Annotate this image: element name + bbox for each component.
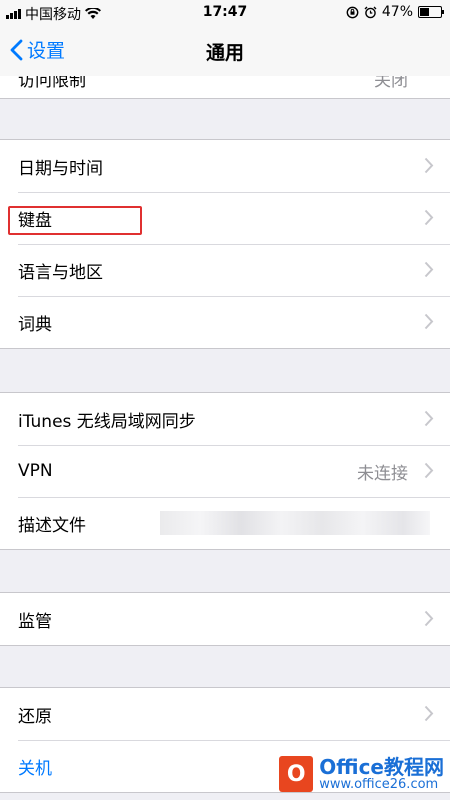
row-label: 监管 <box>18 611 52 632</box>
row-label: VPN <box>18 461 53 481</box>
status-right: 47% <box>346 4 444 20</box>
row-label: 还原 <box>18 706 52 727</box>
row-date-time[interactable]: 日期与时间 <box>0 140 450 192</box>
row-label: 描述文件 <box>18 515 86 536</box>
chevron-right-icon <box>424 261 434 278</box>
row-dictionary[interactable]: 词典 <box>0 296 450 348</box>
row-vpn[interactable]: VPN 未连接 <box>0 445 450 497</box>
watermark-title: Office教程网 <box>319 754 444 779</box>
chevron-right-icon <box>424 610 434 627</box>
restrictions-row-partial[interactable]: 访问限制 关闭 <box>0 76 450 99</box>
settings-group-2: iTunes 无线局域网同步 VPN 未连接 描述文件 <box>0 392 450 550</box>
restrictions-value: 关闭 <box>374 76 408 91</box>
restrictions-label: 访问限制 <box>18 76 86 91</box>
row-label: 键盘 <box>18 210 52 231</box>
page-title: 通用 <box>205 42 244 64</box>
chevron-right-icon <box>424 462 434 479</box>
settings-group-3: 监管 <box>0 592 450 646</box>
battery-icon <box>418 6 444 18</box>
row-profiles[interactable]: 描述文件 <box>0 497 450 549</box>
vpn-status: 未连接 <box>357 463 408 484</box>
watermark: O Office教程网 www.office26.com <box>279 756 444 792</box>
chevron-right-icon <box>424 410 434 427</box>
row-itunes-wifi-sync[interactable]: iTunes 无线局域网同步 <box>0 393 450 445</box>
shutdown-label: 关机 <box>18 758 52 779</box>
chevron-right-icon <box>424 209 434 226</box>
chevron-right-icon <box>424 157 434 174</box>
watermark-url: www.office26.com <box>319 776 439 792</box>
chevron-right-icon <box>424 313 434 330</box>
blurred-region <box>160 511 430 535</box>
watermark-text: Office教程网 www.office26.com <box>319 754 444 792</box>
row-label: 日期与时间 <box>18 158 103 179</box>
row-keyboard[interactable]: 键盘 <box>0 192 450 244</box>
row-reset[interactable]: 还原 <box>0 688 450 740</box>
row-label: 语言与地区 <box>18 262 103 283</box>
row-label: iTunes 无线局域网同步 <box>18 411 196 432</box>
navigation-bar: 设置 通用 <box>0 26 450 76</box>
settings-group-1: 日期与时间 键盘 语言与地区 词典 <box>0 139 450 349</box>
chevron-right-icon <box>424 705 434 722</box>
alarm-icon <box>364 6 377 18</box>
row-label: 词典 <box>18 314 52 335</box>
rotation-lock-icon <box>346 6 359 18</box>
row-supervision[interactable]: 监管 <box>0 593 450 645</box>
battery-percent: 47% <box>381 4 413 20</box>
status-bar: 中国移动 17:47 47% <box>0 0 450 26</box>
office-logo-icon: O <box>279 756 314 792</box>
row-language-region[interactable]: 语言与地区 <box>0 244 450 296</box>
